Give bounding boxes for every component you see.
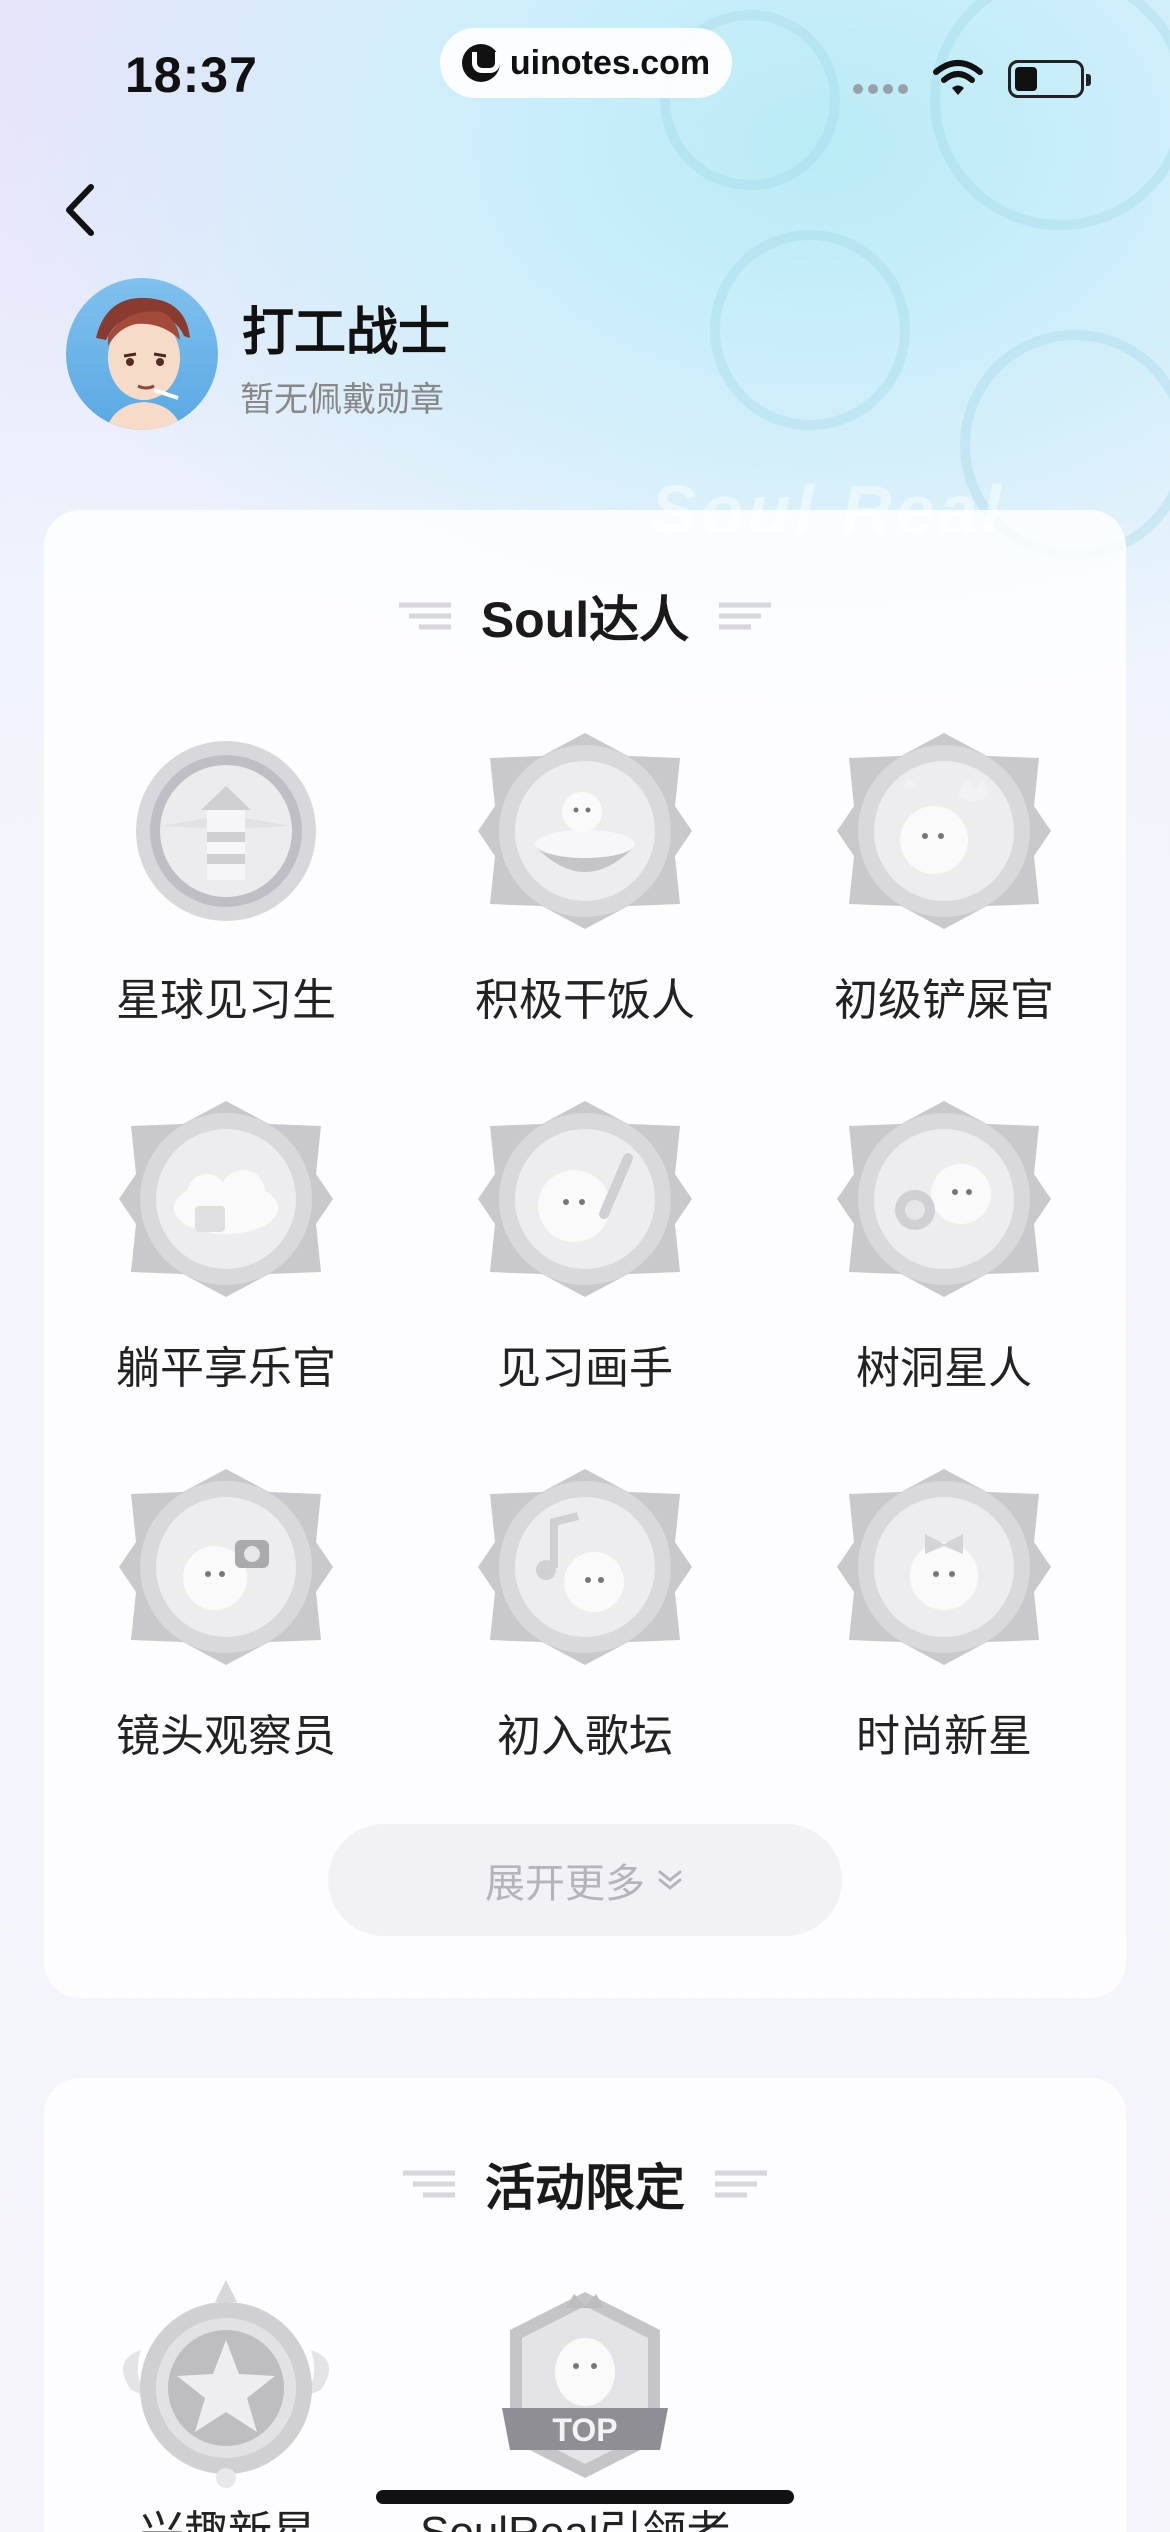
wifi-icon (933, 60, 983, 95)
section-title-text: Soul达人 (480, 592, 690, 648)
event-badge-section-card: 活动限定 TOP (44, 2078, 1126, 2532)
top-badge-text: TOP (552, 2412, 617, 2448)
badge-item[interactable]: 时尚新星 (794, 1464, 1094, 1764)
badge-item[interactable]: 初入歌坛 (435, 1464, 735, 1764)
url-text: uinotes.com (509, 43, 711, 82)
camera-badge-icon (119, 1469, 333, 1665)
badge-label: 初级铲屎官 (834, 976, 1054, 1025)
title-left-deco-icon (403, 2170, 456, 2198)
url-pill[interactable]: uinotes.com (440, 28, 732, 98)
avatar-illustration-icon (96, 297, 190, 430)
badge-label: 积极干饭人 (475, 976, 695, 1025)
top-crown-badge-icon: TOP (502, 2292, 668, 2478)
badge-label: 镜头观察员 (116, 1712, 336, 1761)
badge-item[interactable]: 积极干饭人 (435, 728, 735, 1028)
badge-status-text: 暂无佩戴勋章 (240, 381, 444, 419)
badge-label: 躺平享乐官 (116, 1344, 336, 1393)
badge-label: 树洞星人 (856, 1344, 1032, 1393)
badge-item[interactable]: 初级铲屎官 (794, 728, 1094, 1028)
badge-item[interactable]: 树洞星人 (794, 1096, 1094, 1396)
section-title-text: 活动限定 (485, 2160, 685, 2216)
cloud-bed-badge-icon (119, 1101, 333, 1297)
status-bar: 18:37 uinotes.com (0, 0, 1170, 140)
badge-label: 时尚新星 (856, 1712, 1032, 1761)
bow-badge-icon (837, 1469, 1051, 1665)
badge-item[interactable]: 躺平享乐官 (76, 1096, 376, 1396)
badge-item[interactable]: 镜头观察员 (76, 1464, 376, 1764)
title-right-deco-icon (714, 2170, 767, 2198)
cellular-signal-icon (853, 84, 908, 94)
music-note-badge-icon (478, 1469, 692, 1665)
badge-label: 初入歌坛 (497, 1712, 673, 1761)
badge-label: 见习画手 (497, 1344, 673, 1393)
rice-bowl-badge-icon (478, 733, 692, 929)
expand-more-label: 展开更多 (485, 1862, 645, 1906)
badge-label: 兴趣新星 (140, 2496, 316, 2532)
chevron-down-icon (658, 1870, 682, 1890)
title-left-deco-icon (398, 602, 451, 630)
section-title: 活动限定 (44, 2148, 1126, 2220)
battery-icon (1008, 60, 1091, 98)
badge-label: 星球见习生 (116, 976, 336, 1025)
home-indicator[interactable] (376, 2490, 794, 2504)
username: 打工战士 (242, 304, 451, 362)
star-wings-badge-icon (123, 2280, 329, 2488)
back-button[interactable] (55, 175, 115, 245)
paintbrush-badge-icon (478, 1101, 692, 1297)
title-right-deco-icon (719, 602, 772, 630)
site-logo-icon (461, 44, 500, 82)
badge-section-card: Soul达人 星球见习生 积极干饭人 初级铲屎官 躺平享乐官 见习画手 树洞星人… (44, 510, 1126, 1998)
badge-item[interactable]: TOP (435, 2280, 735, 2510)
avatar[interactable] (66, 278, 218, 430)
badge-item[interactable]: 星球见习生 (76, 728, 376, 1028)
expand-more-button[interactable]: 展开更多 (328, 1824, 842, 1936)
badge-item[interactable]: 见习画手 (435, 1096, 735, 1396)
badge-item[interactable] (76, 2280, 376, 2510)
cat-badge-icon (837, 733, 1051, 929)
tree-hole-badge-icon (837, 1101, 1051, 1297)
status-time: 18:37 (125, 47, 258, 103)
lighthouse-badge-icon (136, 741, 316, 921)
decor-ring (710, 230, 910, 430)
section-title: Soul达人 (44, 580, 1126, 652)
